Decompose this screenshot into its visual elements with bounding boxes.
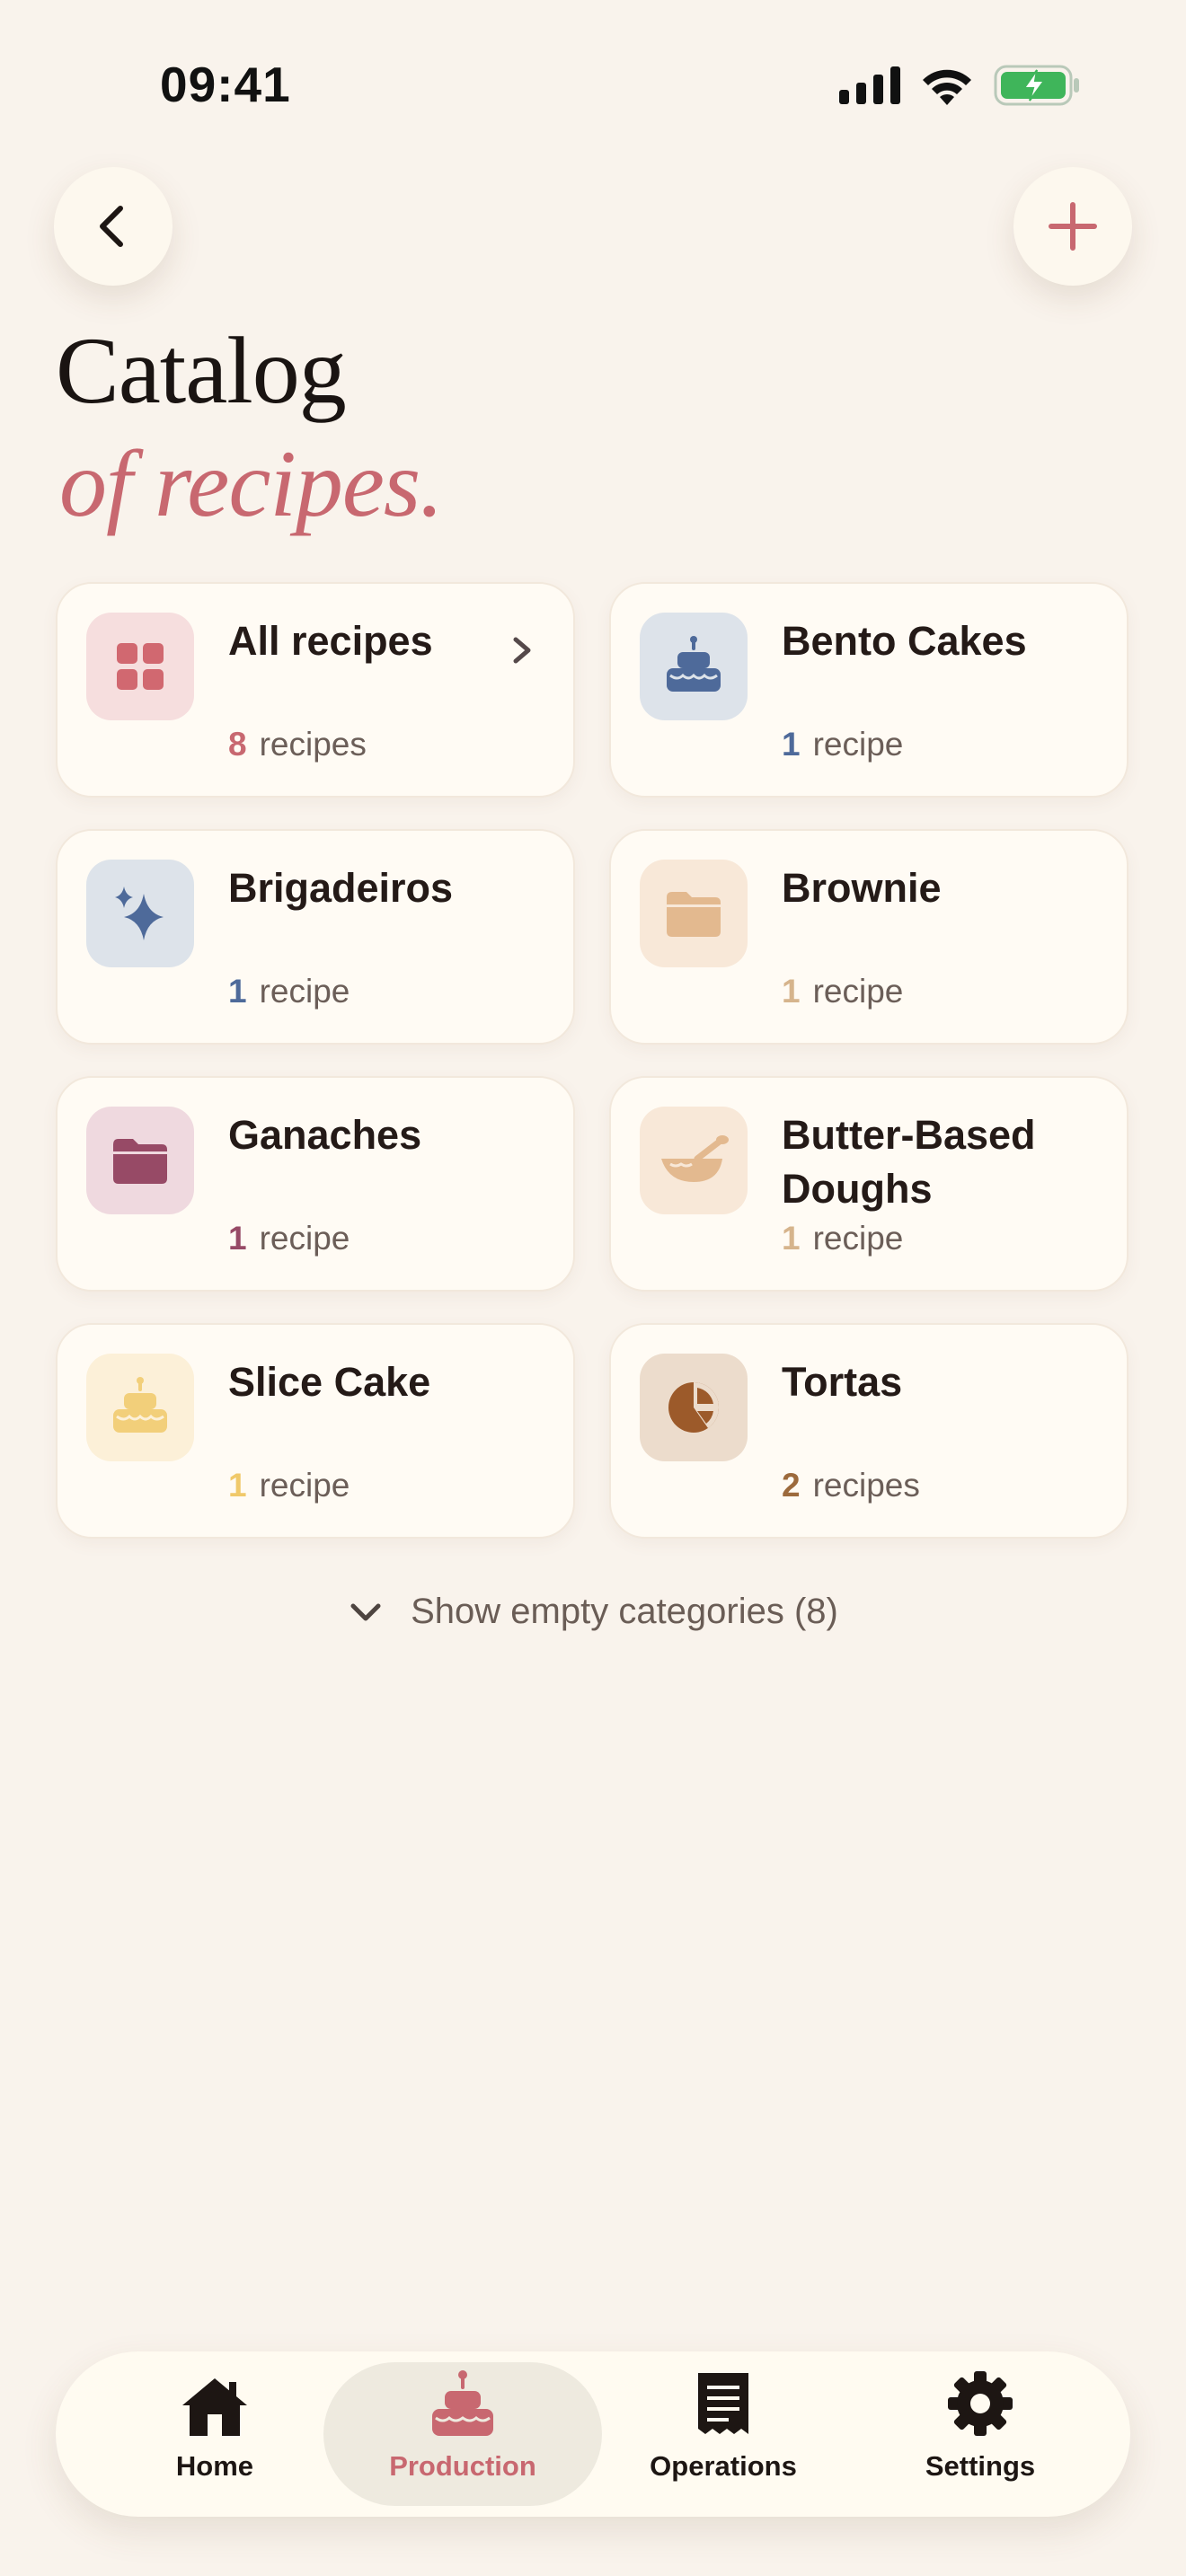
category-name: Ganaches xyxy=(228,1112,422,1158)
show-empty-categories-button[interactable]: Show empty categories (8) xyxy=(0,1592,1186,1632)
category-card-butter-based-doughs[interactable]: Butter-Based Doughs 1 recipe xyxy=(609,1076,1128,1292)
category-name: All recipes xyxy=(228,618,433,664)
chevron-right-icon xyxy=(513,637,531,664)
category-card-all-recipes[interactable]: All recipes 8 recipes xyxy=(56,582,575,798)
tab-settings[interactable]: Settings xyxy=(841,2362,1120,2506)
plus-icon xyxy=(1049,202,1097,251)
recipe-count: 1 recipe xyxy=(228,973,350,1010)
sparkle-icon xyxy=(86,860,194,967)
tab-label: Home xyxy=(175,2450,254,2482)
category-name: Brownie xyxy=(782,865,942,911)
status-icons xyxy=(839,65,1080,106)
cake-icon xyxy=(86,1354,194,1461)
category-card-tortas[interactable]: Tortas 2 recipes xyxy=(609,1323,1128,1539)
status-time: 09:41 xyxy=(160,57,291,112)
recipe-count: 1 recipe xyxy=(782,973,904,1010)
folder-icon xyxy=(86,1107,194,1214)
category-card-brigadeiros[interactable]: Brigadeiros 1 recipe xyxy=(56,829,575,1045)
tab-label: Settings xyxy=(925,2450,1036,2482)
pie-chart-icon xyxy=(640,1354,748,1461)
show-empty-label: Show empty categories (8) xyxy=(411,1592,838,1631)
back-button[interactable] xyxy=(54,167,173,286)
category-name: Tortas xyxy=(782,1359,903,1405)
tab-operations[interactable]: Operations xyxy=(584,2362,863,2506)
category-name: Bento Cakes xyxy=(782,618,1027,664)
bowl-icon xyxy=(640,1107,748,1214)
recipe-count: 1 recipe xyxy=(782,1220,904,1257)
tab-label: Production xyxy=(389,2450,536,2482)
category-name: Brigadeiros xyxy=(228,865,454,911)
grid-icon xyxy=(86,613,194,720)
recipe-count: 2 recipes xyxy=(782,1467,920,1504)
home-icon xyxy=(182,2378,247,2436)
recipe-count: 1 recipe xyxy=(782,726,904,763)
battery-icon xyxy=(994,65,1079,106)
tab-label: Operations xyxy=(650,2450,797,2482)
receipt-icon xyxy=(698,2373,748,2434)
category-card-brownie[interactable]: Brownie 1 recipe xyxy=(609,829,1128,1045)
recipe-count: 1 recipe xyxy=(228,1220,350,1257)
category-card-ganaches[interactable]: Ganaches 1 recipe xyxy=(56,1076,575,1292)
page-title: Catalog xyxy=(56,318,347,423)
tab-home[interactable]: Home xyxy=(75,2362,354,2506)
category-name: Butter-Based Doughs xyxy=(782,1112,1036,1212)
page-subtitle: of recipes. xyxy=(59,431,444,536)
category-card-slice-cake[interactable]: Slice Cake 1 recipe xyxy=(56,1323,575,1539)
cake-icon xyxy=(432,2370,493,2436)
signal-icon xyxy=(839,66,900,104)
category-card-bento-cakes[interactable]: Bento Cakes 1 recipe xyxy=(609,582,1128,798)
tab-bar: Home Production Operations Settings xyxy=(56,2351,1130,2517)
tab-production[interactable]: Production xyxy=(323,2362,602,2506)
add-button[interactable] xyxy=(1013,167,1132,286)
chevron-left-icon xyxy=(100,206,123,247)
wifi-icon xyxy=(923,69,971,105)
status-bar: 09:41 xyxy=(0,0,1186,171)
category-name: Slice Cake xyxy=(228,1359,431,1405)
chevron-down-icon xyxy=(350,1603,381,1620)
recipe-count: 1 recipe xyxy=(228,1467,350,1504)
recipe-count: 8 recipes xyxy=(228,726,367,763)
gear-icon xyxy=(948,2371,1013,2436)
cake-icon xyxy=(640,613,748,720)
folder-icon xyxy=(640,860,748,967)
